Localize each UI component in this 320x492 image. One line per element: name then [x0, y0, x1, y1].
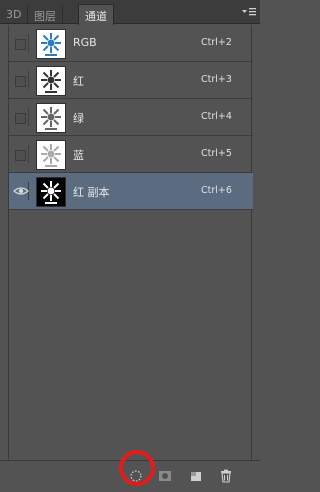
channel-shortcut: Ctrl+3 [201, 74, 232, 85]
visibility-toggle[interactable] [13, 145, 29, 163]
visibility-off-icon [15, 39, 26, 50]
channel-shortcut: Ctrl+2 [201, 37, 232, 48]
visibility-off-icon [15, 113, 26, 124]
visibility-off-icon [15, 76, 26, 87]
channel-name: 红 [73, 75, 84, 88]
tab-channels[interactable]: 通道 [78, 4, 114, 25]
visibility-toggle[interactable] [13, 182, 29, 200]
channel-name: 蓝 [73, 149, 84, 162]
visibility-toggle[interactable] [13, 71, 29, 89]
channels-panel: 3D 图层 通道 RGB Ctrl+2 红 Ctrl+3 绿 Ctrl+4 蓝 … [0, 0, 260, 492]
channel-thumbnail-red [36, 66, 66, 96]
eye-icon [13, 187, 29, 195]
channel-row-red[interactable]: 红 Ctrl+3 [9, 62, 253, 99]
visibility-off-icon [15, 150, 26, 161]
channel-thumbnail-red-copy [36, 177, 66, 207]
channel-name: 绿 [73, 112, 84, 125]
delete-channel-icon[interactable] [219, 469, 233, 483]
channel-shortcut: Ctrl+4 [201, 111, 232, 122]
new-channel-icon[interactable] [189, 469, 203, 483]
channel-row-rgb[interactable]: RGB Ctrl+2 [9, 25, 253, 62]
panel-tab-bar: 3D 图层 通道 [0, 0, 260, 25]
visibility-toggle[interactable] [13, 108, 29, 126]
channel-name: 红 副本 [73, 186, 110, 199]
channel-list: RGB Ctrl+2 红 Ctrl+3 绿 Ctrl+4 蓝 Ctrl+5 红 … [8, 25, 253, 460]
channel-row-blue[interactable]: 蓝 Ctrl+5 [9, 136, 253, 173]
channel-row-green[interactable]: 绿 Ctrl+4 [9, 99, 253, 136]
channel-thumbnail-green [36, 103, 66, 133]
channel-name: RGB [73, 36, 97, 49]
tab-3d[interactable]: 3D [0, 5, 29, 24]
channel-shortcut: Ctrl+5 [201, 148, 232, 159]
tab-layers[interactable]: 图层 [28, 5, 63, 24]
channel-thumbnail-blue [36, 140, 66, 170]
channel-shortcut: Ctrl+6 [201, 185, 232, 196]
save-selection-as-channel-icon[interactable] [158, 469, 172, 483]
highlight-circle [119, 450, 155, 486]
visibility-toggle[interactable] [13, 34, 29, 52]
panel-menu-icon[interactable] [241, 6, 257, 18]
channel-row-red-copy[interactable]: 红 副本 Ctrl+6 [9, 173, 253, 210]
channel-thumbnail-rgb [36, 29, 66, 59]
